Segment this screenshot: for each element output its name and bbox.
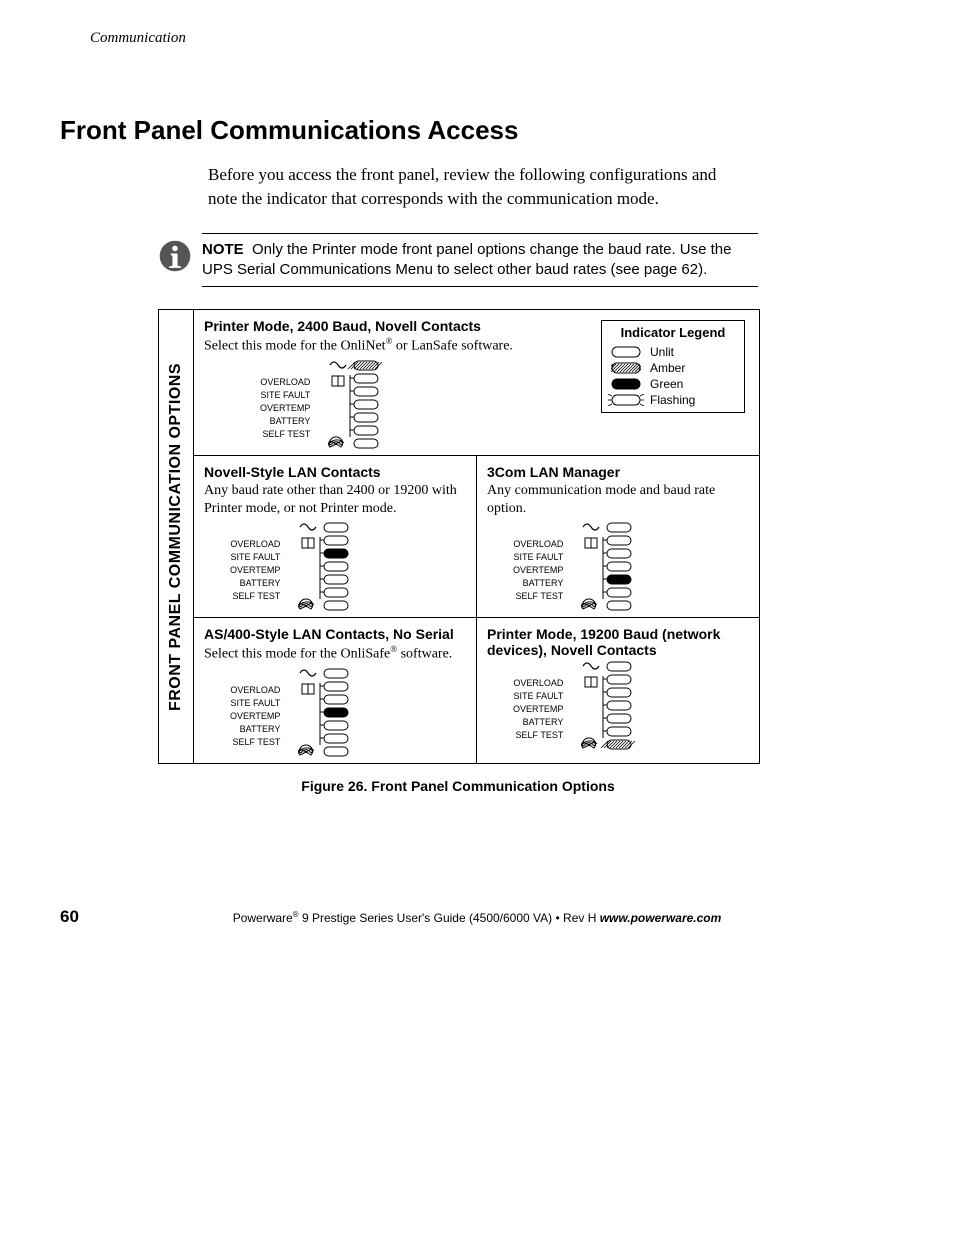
cell-c-title: 3Com LAN Manager: [487, 464, 749, 480]
note-label: NOTE: [202, 241, 244, 258]
cell-c-panel: OVERLOADSITE FAULTOVERTEMPBATTERYSELF TE…: [513, 521, 749, 611]
info-icon: [158, 239, 192, 273]
cell-e-panel: OVERLOADSITE FAULTOVERTEMPBATTERYSELF TE…: [513, 660, 749, 750]
running-header: Communication: [90, 30, 859, 47]
cell-d-title: AS/400-Style LAN Contacts, No Serial: [204, 626, 466, 642]
cell-b-desc: Any baud rate other than 2400 or 19200 w…: [204, 482, 466, 517]
cell-e-title: Printer Mode, 19200 Baud (network device…: [487, 626, 749, 658]
indicator-legend: Indicator Legend UnlitAmberGreenFlashing: [601, 320, 745, 413]
figure-caption: Figure 26. Front Panel Communication Opt…: [158, 778, 758, 794]
note-body: Only the Printer mode front panel option…: [202, 241, 731, 278]
intro-paragraph: Before you access the front panel, revie…: [208, 163, 748, 211]
cell-b-title: Novell-Style LAN Contacts: [204, 464, 466, 480]
cell-c-desc: Any communication mode and baud rate opt…: [487, 482, 749, 517]
note-block: NOTE Only the Printer mode front panel o…: [158, 233, 758, 288]
section-heading: Front Panel Communications Access: [60, 115, 859, 146]
cell-b-panel: OVERLOADSITE FAULTOVERTEMPBATTERYSELF TE…: [230, 521, 466, 611]
figure-side-label: FRONT PANEL COMMUNICATION OPTIONS: [159, 310, 194, 763]
cell-d-desc: Select this mode for the OnliSafe® softw…: [204, 644, 466, 663]
cell-d-panel: OVERLOADSITE FAULTOVERTEMPBATTERYSELF TE…: [230, 667, 466, 757]
figure-box: FRONT PANEL COMMUNICATION OPTIONS Printe…: [158, 309, 760, 764]
footer-pubinfo: Powerware® 9 Prestige Series User's Guid…: [0, 910, 954, 925]
